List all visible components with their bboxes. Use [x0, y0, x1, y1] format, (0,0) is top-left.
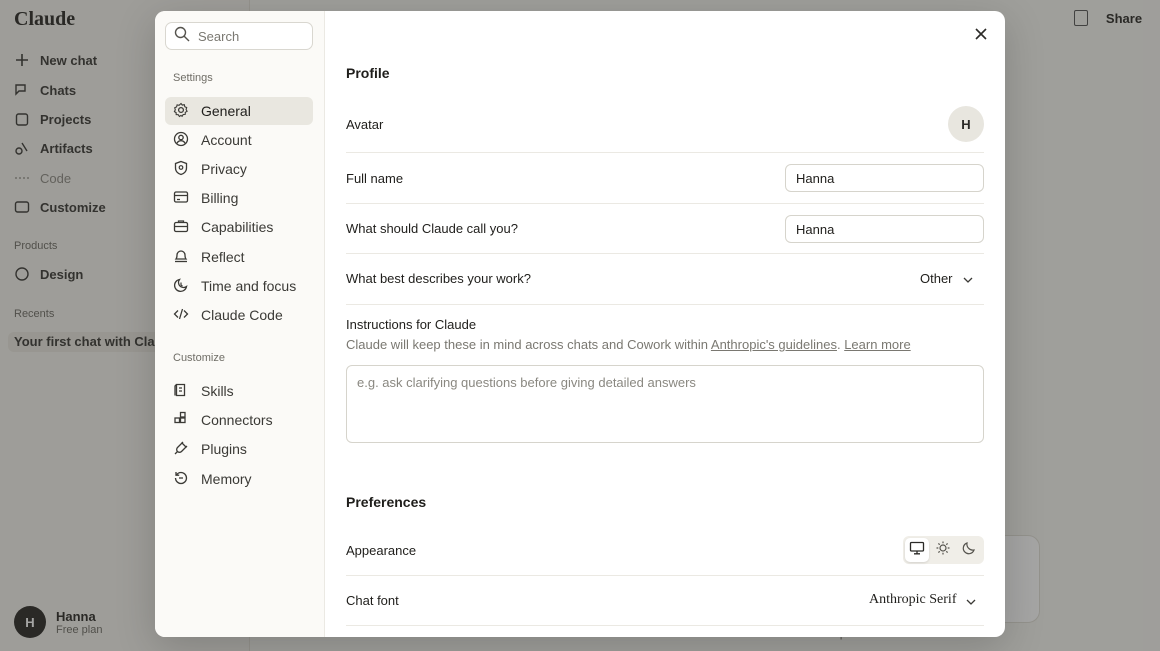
settings-section-heading: Settings — [173, 72, 213, 84]
nav-label-plugins: Plugins — [201, 441, 247, 457]
instructions-label: Instructions for Claude — [346, 317, 477, 332]
divider — [346, 203, 984, 204]
nav-item-account[interactable]: Account — [165, 126, 313, 154]
profile-heading: Profile — [346, 65, 390, 81]
work-label: What best describes your work? — [346, 271, 531, 286]
nav-label-reflect: Reflect — [201, 249, 245, 265]
nav-label-privacy: Privacy — [201, 161, 247, 177]
shield-icon — [173, 160, 189, 179]
close-icon — [975, 27, 987, 45]
chat-font-label: Chat font — [346, 593, 399, 608]
instructions-textarea[interactable] — [346, 365, 984, 443]
preferences-heading: Preferences — [346, 494, 427, 510]
nav-label-capabilities: Capabilities — [201, 219, 274, 235]
user-circle-icon — [173, 131, 189, 150]
full-name-label: Full name — [346, 171, 404, 186]
nav-item-capabilities[interactable]: Capabilities — [165, 213, 313, 241]
nav-item-general[interactable]: General — [165, 97, 313, 125]
appearance-label: Appearance — [346, 543, 417, 558]
customize-section-heading: Customize — [173, 352, 225, 364]
nav-label-connectors: Connectors — [201, 412, 273, 428]
settings-sidebar: Settings General Account Privacy Billing… — [155, 11, 325, 637]
nav-label-claude-code: Claude Code — [201, 307, 283, 323]
nav-label-general: General — [201, 103, 251, 119]
nav-item-time-and-focus[interactable]: Time and focus — [165, 272, 313, 300]
learn-more-link[interactable]: Learn more — [844, 337, 910, 352]
divider — [346, 625, 984, 626]
code-brackets-icon — [173, 306, 189, 325]
divider — [346, 304, 984, 305]
appearance-toggle — [903, 536, 984, 564]
bell-icon — [173, 248, 189, 267]
nav-label-account: Account — [201, 132, 252, 148]
guidelines-link[interactable]: Anthropic's guidelines — [711, 337, 837, 352]
nav-item-connectors[interactable]: Connectors — [165, 406, 313, 434]
nav-label-memory: Memory — [201, 471, 252, 487]
divider — [346, 575, 984, 576]
monitor-icon — [909, 541, 925, 560]
moon-icon — [961, 540, 977, 561]
nav-item-reflect[interactable]: Reflect — [165, 243, 313, 271]
credit-card-icon — [173, 189, 189, 208]
instructions-desc-text: Claude will keep these in mind across ch… — [346, 337, 711, 352]
chevron-down-icon — [966, 593, 976, 608]
nav-item-privacy[interactable]: Privacy — [165, 155, 313, 183]
moon-clock-icon — [173, 277, 189, 296]
search-icon — [174, 26, 190, 47]
gear-icon — [173, 102, 189, 121]
work-dropdown-value: Other — [920, 271, 953, 286]
nav-item-memory[interactable]: Memory — [165, 465, 313, 493]
nav-label-time-and-focus: Time and focus — [201, 278, 297, 294]
avatar[interactable]: H — [948, 106, 984, 142]
skills-icon — [173, 382, 189, 401]
connectors-icon — [173, 411, 189, 430]
plug-icon — [173, 440, 189, 459]
full-name-field[interactable] — [785, 164, 984, 192]
call-name-label: What should Claude call you? — [346, 221, 518, 236]
nav-label-billing: Billing — [201, 190, 239, 206]
settings-modal: Settings General Account Privacy Billing… — [155, 11, 1005, 637]
settings-search[interactable] — [165, 22, 313, 50]
nav-item-claude-code[interactable]: Claude Code — [165, 301, 313, 329]
nav-item-skills[interactable]: Skills — [165, 377, 313, 405]
memory-icon — [173, 470, 189, 489]
nav-label-skills: Skills — [201, 383, 234, 399]
instructions-description: Claude will keep these in mind across ch… — [346, 337, 911, 352]
appearance-dark-button[interactable] — [957, 538, 981, 562]
work-dropdown[interactable]: Other — [920, 271, 973, 286]
chat-font-value: Anthropic Serif — [869, 592, 957, 607]
divider — [346, 253, 984, 254]
avatar-label: Avatar — [346, 117, 384, 132]
nav-item-billing[interactable]: Billing — [165, 184, 313, 212]
chat-font-dropdown[interactable]: Anthropic Serif — [869, 592, 976, 608]
nav-item-plugins[interactable]: Plugins — [165, 435, 313, 463]
call-name-field[interactable] — [785, 215, 984, 243]
search-input[interactable] — [198, 28, 298, 44]
close-button[interactable] — [970, 25, 992, 47]
chevron-down-icon — [963, 271, 973, 286]
appearance-system-button[interactable] — [905, 538, 929, 562]
sun-icon — [935, 540, 951, 561]
briefcase-icon — [173, 218, 189, 237]
appearance-light-button[interactable] — [931, 538, 955, 562]
divider — [346, 152, 984, 153]
